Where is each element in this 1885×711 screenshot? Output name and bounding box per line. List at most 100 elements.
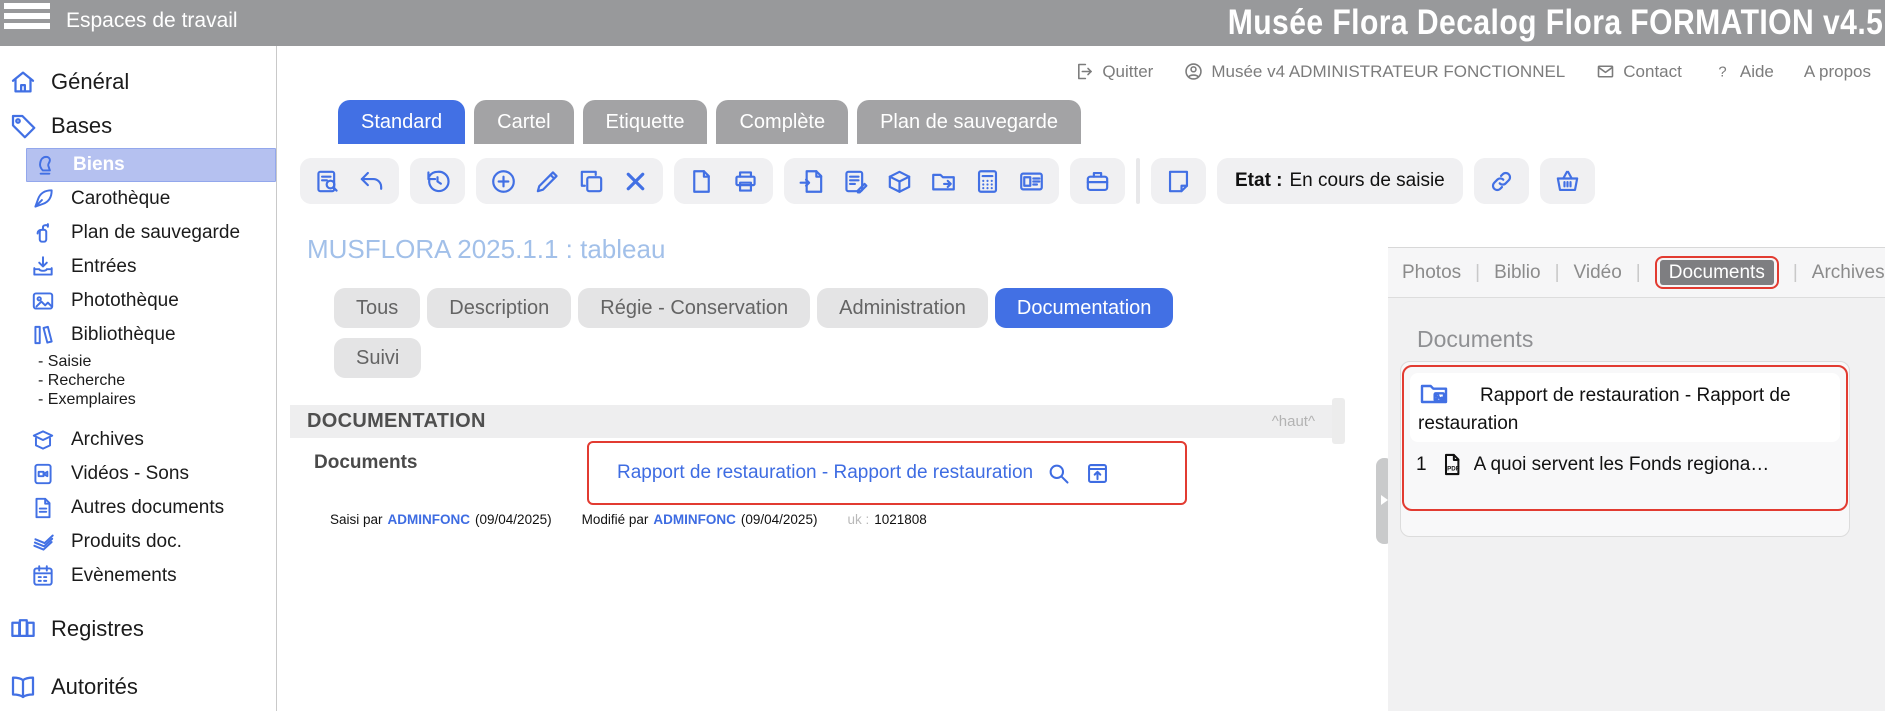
workspaces-menu[interactable]: Espaces de travail [66,9,238,33]
toolbar-button-copy-icon[interactable] [573,161,610,201]
toolbar-group [784,158,1059,204]
sidebar-item-archives[interactable]: Archives [0,423,276,457]
inbox-icon [30,254,56,280]
toolbar-button-pencil-icon[interactable] [529,161,566,201]
toolbar-button-briefcase-icon[interactable] [1079,161,1116,201]
toolbar-button-plus-circle-icon[interactable] [485,161,522,201]
sidebar-item-recherche[interactable]: - Recherche [0,371,276,390]
toolbar-button-basket-icon[interactable] [1549,161,1586,201]
toolbar-button-page-icon[interactable] [683,161,720,201]
record-tab-r-gie-conservation[interactable]: Régie - Conservation [578,288,810,328]
sidebar-item-bases[interactable]: Bases [0,104,276,148]
utility-label: Aide [1740,62,1774,82]
utility-contact[interactable]: Contact [1595,61,1682,82]
sidebar-item-saisie[interactable]: - Saisie [0,352,276,371]
modif-user[interactable]: ADMINFONC [653,512,736,527]
document-link[interactable]: Rapport de restauration - Rapport de res… [617,462,1033,484]
sidebar-item-biens[interactable]: Biens [26,148,276,182]
svg-text:?: ? [1718,64,1726,80]
sidebar-item-label: - Saisie [38,353,91,371]
sidebar-item-registres[interactable]: Registres [0,607,276,651]
item-label: Rapport de restauration - Rapport de res… [1418,385,1791,434]
videofile-icon [30,461,56,487]
toolbar-button-chain-icon[interactable] [1483,161,1520,201]
utility-label: Musée v4 ADMINISTRATEUR FONCTIONNEL [1211,62,1565,82]
printer-icon [731,167,760,196]
toolbar-button-undo-icon[interactable] [353,161,390,201]
document-list-item[interactable]: Rapport de restauration - Rapport de res… [1410,373,1840,442]
document-list-item[interactable]: 1PDFA quoi servent les Fonds regiona… [1410,442,1840,478]
sidebar-item-vid-os-sons[interactable]: Vidéos - Sons [0,457,276,491]
open-document-icon[interactable] [1084,460,1111,487]
sidebar-item-phototh-que[interactable]: Photothèque [0,284,276,318]
record-tab-administration[interactable]: Administration [817,288,988,328]
toolbar-group [674,158,773,204]
toolbar-group [476,158,663,204]
record-title: MUSFLORA 2025.1.1 : tableau [307,234,665,265]
toolbar-button-printer-icon[interactable] [727,161,764,201]
sidebar-item-label: Autres documents [71,497,224,519]
sidebar-item-ev-nements[interactable]: Evènements [0,559,276,593]
page-arrow-icon [797,167,826,196]
record-tab-documentation[interactable]: Documentation [995,288,1174,328]
utility-a-propos[interactable]: A propos [1804,62,1871,82]
sidebar-item-exemplaires[interactable]: - Exemplaires [0,390,276,409]
toolbar-button-note-icon[interactable] [1160,161,1197,201]
utility-aide[interactable]: ? Aide [1712,61,1774,82]
record-tab-tous[interactable]: Tous [334,288,420,328]
sidebar-item-label: Vidéos - Sons [71,463,189,485]
back-to-top-link[interactable]: ^haut^ [1272,413,1315,430]
record-tab-suivi[interactable]: Suivi [334,338,421,378]
openbox-icon [30,427,56,453]
media-panel: Photos|Biblio|Vidéo|Documents|Archives D… [1388,247,1885,711]
view-tab-cartel[interactable]: Cartel [474,100,573,144]
image-icon [30,288,56,314]
utility-quitter[interactable]: Quitter [1074,61,1153,82]
sidebar-item-entr-es[interactable]: Entrées [0,250,276,284]
books-icon [30,322,56,348]
item-label: A quoi servent les Fonds regiona… [1474,454,1770,476]
sidebar-item-label: Entrées [71,256,136,278]
toolbar-button-package-icon[interactable] [881,161,918,201]
toolbar-button-card-icon[interactable] [1013,161,1050,201]
sidebar-item-biblioth-que[interactable]: Bibliothèque [0,318,276,352]
sidebar-item-plan-de-sauvegarde[interactable]: Plan de sauvegarde [0,216,276,250]
sidebar-item-label: Archives [71,429,144,451]
sidebar-item-caroth-que[interactable]: Carothèque [0,182,276,216]
search-icon [1045,460,1072,487]
sidebar-item-produits-doc[interactable]: Produits doc. [0,525,276,559]
search-icon[interactable] [1045,460,1072,487]
tab-separator: | [1636,262,1641,284]
media-tab-biblio[interactable]: Biblio [1494,262,1540,284]
media-tab-photos[interactable]: Photos [1402,262,1461,284]
utility-mus-e-v4-administrateur-fonctionnel[interactable]: Musée v4 ADMINISTRATEUR FONCTIONNEL [1183,61,1565,82]
view-tab-plan-de-sauvegarde[interactable]: Plan de sauvegarde [857,100,1081,144]
toolbar-button-page-arrow-icon[interactable] [793,161,830,201]
saisi-user[interactable]: ADMINFONC [388,512,471,527]
view-tab-compl-te[interactable]: Complète [716,100,848,144]
toolbar-button-folder-arrow-icon[interactable] [925,161,962,201]
media-tab-vid-o[interactable]: Vidéo [1574,262,1622,284]
toolbar-group [1540,158,1595,204]
sidebar-item-autorit-s[interactable]: Autorités [0,665,276,709]
sidebar-item-label: Photothèque [71,290,179,312]
toolbar-button-list-search-icon[interactable] [309,161,346,201]
document-icon [30,495,56,521]
sidebar-item-label: Produits doc. [71,531,182,553]
record-tab-description[interactable]: Description [427,288,571,328]
sidebar-item-autres-documents[interactable]: Autres documents [0,491,276,525]
sidebar-item-label: Général [51,69,129,95]
view-tab-standard[interactable]: Standard [338,100,465,144]
toolbar-button-x-icon[interactable] [617,161,654,201]
toolbar-button-form-list-icon[interactable] [837,161,874,201]
media-tab-archives[interactable]: Archives [1812,262,1885,284]
media-tab-documents[interactable]: Documents [1660,260,1774,285]
toolbar-button-calc-doc-icon[interactable] [969,161,1006,201]
sidebar-item-g-n-ral[interactable]: Général [0,60,276,104]
toolbar-group [1474,158,1529,204]
toolbar: Etat : En cours de saisie [300,158,1595,204]
toolbar-button-history-icon[interactable] [419,161,456,201]
state-badge[interactable]: Etat : En cours de saisie [1217,158,1463,204]
hamburger-icon[interactable] [4,3,50,33]
view-tab-etiquette[interactable]: Etiquette [583,100,708,144]
